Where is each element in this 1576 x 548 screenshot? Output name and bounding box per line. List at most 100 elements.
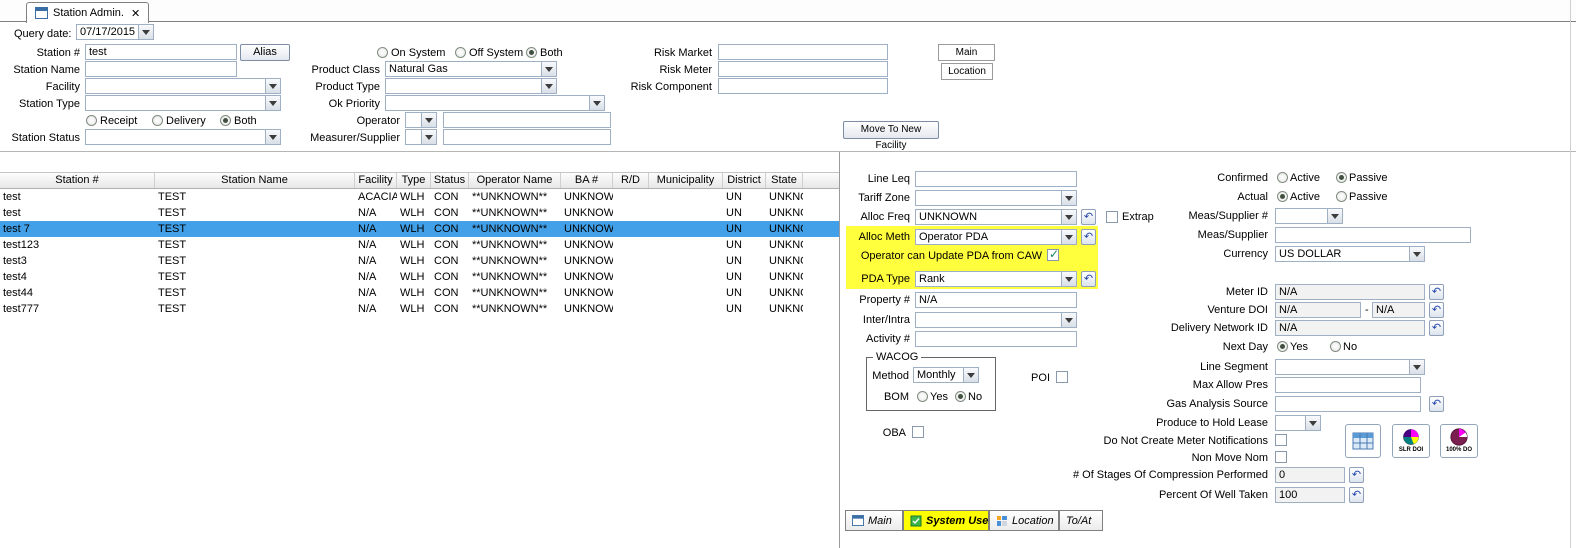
delivery-network-field[interactable]: N/A (1275, 320, 1425, 336)
measurer-supplier-select[interactable] (405, 129, 437, 145)
venture-doi-revert-button[interactable] (1429, 302, 1444, 318)
table-row[interactable]: test3 TEST N/A WLH CON **UNKNOWN** UNKNO… (0, 253, 839, 269)
actual-active-label[interactable]: Active (1290, 190, 1320, 204)
confirmed-passive-radio[interactable] (1336, 172, 1347, 183)
meter-id-revert-button[interactable] (1429, 284, 1444, 300)
chevron-down-icon[interactable] (541, 62, 556, 76)
chevron-down-icon[interactable] (265, 79, 280, 93)
table-row[interactable]: test44 TEST N/A WLH CON **UNKNOWN** UNKN… (0, 285, 839, 301)
table-row[interactable]: test 7 TEST N/A WLH CON **UNKNOWN** UNKN… (0, 221, 839, 237)
wacog-method-select[interactable]: Monthly (913, 367, 979, 383)
measurer-supplier-input[interactable] (443, 129, 611, 145)
column-header-state[interactable]: State (766, 173, 803, 188)
operator-select[interactable] (405, 112, 437, 128)
station-type-select[interactable] (85, 95, 281, 111)
table-row[interactable]: test123 TEST N/A WLH CON **UNKNOWN** UNK… (0, 237, 839, 253)
alias-button[interactable]: Alias (240, 44, 290, 61)
column-header-ba[interactable]: BA # (561, 173, 613, 188)
100-do-button[interactable]: 100% DO (1440, 424, 1478, 458)
actual-passive-radio[interactable] (1336, 191, 1347, 202)
bom-yes-radio[interactable] (917, 391, 928, 402)
ok-priority-select[interactable] (385, 95, 605, 111)
confirmed-passive-label[interactable]: Passive (1349, 171, 1388, 185)
column-header-municipality[interactable]: Municipality (649, 173, 723, 188)
receipt-label[interactable]: Receipt (100, 114, 137, 128)
currency-select[interactable]: US DOLLAR (1275, 246, 1425, 262)
gas-analysis-input[interactable] (1275, 396, 1421, 412)
produce-hold-select[interactable] (1275, 415, 1321, 431)
next-day-no-radio[interactable] (1330, 341, 1341, 352)
side-tab-location[interactable]: Location (941, 63, 993, 80)
percent-well-taken-field[interactable]: 100 (1275, 487, 1345, 503)
percent-well-taken-revert-button[interactable] (1349, 487, 1364, 503)
next-day-no-label[interactable]: No (1343, 340, 1357, 354)
chevron-down-icon[interactable] (421, 130, 436, 144)
station-number-input[interactable] (85, 44, 237, 60)
max-allow-pres-input[interactable] (1275, 377, 1421, 393)
receipt-radio[interactable] (86, 115, 97, 126)
tab-main[interactable]: Main (845, 510, 903, 531)
close-icon[interactable]: ✕ (131, 7, 140, 20)
non-move-nom-checkbox[interactable] (1275, 451, 1287, 463)
gas-analysis-revert-button[interactable] (1429, 396, 1444, 412)
tab-to-at[interactable]: To/At (1059, 510, 1103, 531)
tab-station-admin[interactable]: Station Admin. ✕ (26, 2, 149, 23)
risk-component-input[interactable] (718, 78, 888, 94)
risk-market-input[interactable] (718, 44, 888, 60)
receipt-delivery-both-label[interactable]: Both (234, 114, 257, 128)
chevron-down-icon[interactable] (1305, 416, 1320, 430)
venture-doi-field-1[interactable]: N/A (1275, 302, 1361, 318)
column-header-facility[interactable]: Facility (355, 173, 397, 188)
meas-supplier-input[interactable] (1275, 227, 1471, 243)
actual-active-radio[interactable] (1277, 191, 1288, 202)
chevron-down-icon[interactable] (1327, 209, 1342, 223)
chevron-down-icon[interactable] (138, 25, 153, 39)
system-both-label[interactable]: Both (540, 46, 563, 60)
next-day-yes-radio[interactable] (1277, 341, 1288, 352)
no-meter-notifications-checkbox[interactable] (1275, 434, 1287, 446)
actual-passive-label[interactable]: Passive (1349, 190, 1388, 204)
table-row[interactable]: test TEST ACACIA WLH CON **UNKNOWN** UNK… (0, 189, 839, 205)
chevron-down-icon[interactable] (589, 96, 604, 110)
column-header-operator-name[interactable]: Operator Name (469, 173, 561, 188)
grid-view-button[interactable] (1345, 424, 1381, 458)
product-type-select[interactable] (385, 78, 557, 94)
oba-checkbox[interactable] (912, 426, 924, 438)
query-date-select[interactable]: 07/17/2015 (76, 24, 154, 40)
tab-location[interactable]: Location (989, 510, 1059, 531)
line-segment-select[interactable] (1275, 359, 1425, 375)
stages-field[interactable]: 0 (1275, 467, 1345, 483)
meter-id-field[interactable]: N/A (1275, 284, 1425, 300)
operator-input[interactable] (443, 112, 611, 128)
delivery-radio[interactable] (152, 115, 163, 126)
stages-revert-button[interactable] (1349, 467, 1364, 483)
chevron-down-icon[interactable] (265, 130, 280, 144)
chevron-down-icon[interactable] (963, 368, 978, 382)
off-system-label[interactable]: Off System (469, 46, 523, 60)
risk-meter-input[interactable] (718, 61, 888, 77)
chevron-down-icon[interactable] (1061, 272, 1076, 286)
confirmed-active-radio[interactable] (1277, 172, 1288, 183)
bom-yes-label[interactable]: Yes (930, 390, 948, 404)
tab-system-use[interactable]: System Use (903, 510, 989, 531)
receipt-delivery-both-radio[interactable] (220, 115, 231, 126)
column-header-status[interactable]: Status (431, 173, 469, 188)
table-row[interactable]: test TEST N/A WLH CON **UNKNOWN** UNKNOW… (0, 205, 839, 221)
side-tab-main[interactable]: Main (938, 44, 995, 61)
confirmed-active-label[interactable]: Active (1290, 171, 1320, 185)
station-status-select[interactable] (85, 129, 281, 145)
chevron-down-icon[interactable] (1409, 247, 1424, 261)
table-row[interactable]: test4 TEST N/A WLH CON **UNKNOWN** UNKNO… (0, 269, 839, 285)
meas-supplier-no-select[interactable] (1275, 208, 1343, 224)
delivery-label[interactable]: Delivery (166, 114, 206, 128)
chevron-down-icon[interactable] (541, 79, 556, 93)
chevron-down-icon[interactable] (265, 96, 280, 110)
move-to-new-facility-button[interactable]: Move To New Facility (843, 121, 939, 139)
on-system-label[interactable]: On System (391, 46, 445, 60)
on-system-radio[interactable] (377, 47, 388, 58)
column-header-rd[interactable]: R/D (613, 173, 649, 188)
facility-select[interactable] (85, 78, 281, 94)
table-row[interactable]: test777 TEST N/A WLH CON **UNKNOWN** UNK… (0, 301, 839, 317)
chevron-down-icon[interactable] (1409, 360, 1424, 374)
bom-no-radio[interactable] (955, 391, 966, 402)
